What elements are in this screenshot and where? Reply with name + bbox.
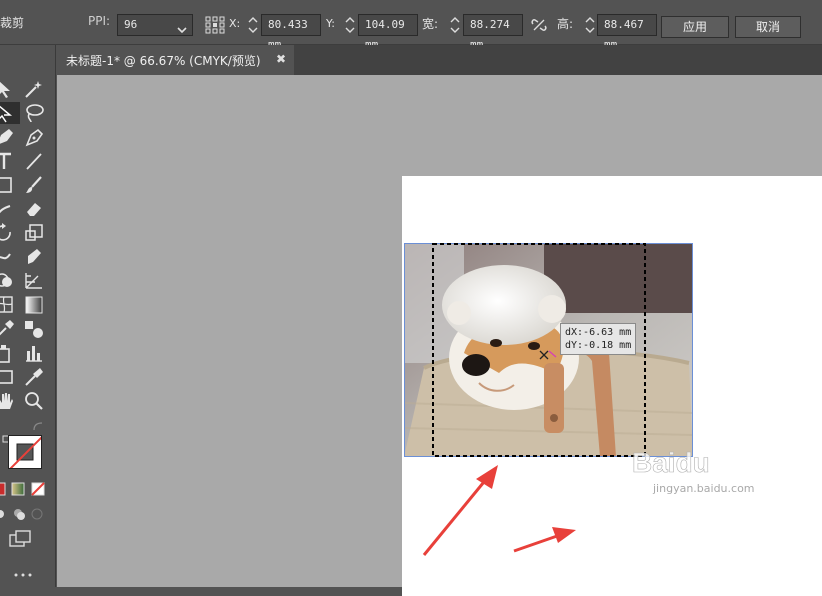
artboard-icon[interactable]: [0, 366, 16, 388]
screen-mode-icon[interactable]: [8, 529, 32, 554]
close-icon[interactable]: ✖: [276, 52, 286, 66]
symbol-sprayer-icon[interactable]: [0, 342, 16, 364]
hand-icon[interactable]: [0, 390, 16, 412]
eraser-icon[interactable]: [23, 198, 45, 220]
watermark-url: jingyan.baidu.com: [653, 482, 755, 495]
zoom-icon[interactable]: [23, 390, 45, 412]
height-label: 高:: [557, 17, 574, 31]
ppi-dropdown[interactable]: 96: [117, 14, 193, 36]
line-icon[interactable]: [23, 150, 45, 172]
chevron-down-icon: [177, 21, 187, 41]
mesh-icon[interactable]: [0, 294, 16, 316]
lasso-icon[interactable]: [23, 102, 45, 124]
ppi-label: PPI:: [88, 14, 111, 28]
eyedropper-icon[interactable]: [0, 318, 16, 340]
placed-image[interactable]: [404, 243, 693, 457]
watermark-logo: Baidu: [632, 442, 782, 482]
dx-readout: dX:-6.63 mm: [565, 327, 632, 338]
draw-behind-icon[interactable]: [12, 507, 26, 526]
y-stepper-icon[interactable]: [343, 14, 357, 36]
x-field[interactable]: 80.433 mm: [261, 14, 321, 51]
width-field[interactable]: 88.274 mm: [463, 14, 523, 51]
pencil-icon[interactable]: [0, 198, 16, 220]
x-label: X:: [229, 17, 241, 30]
height-stepper-icon[interactable]: [583, 14, 597, 36]
free-transform-icon[interactable]: [23, 246, 45, 268]
fill-swatch[interactable]: [8, 435, 42, 469]
y-field[interactable]: 104.09 mm: [358, 14, 418, 51]
watermark-brand: Baidu: [632, 447, 710, 478]
y-label: Y:: [326, 17, 335, 30]
draw-normal-icon[interactable]: [0, 507, 6, 526]
more-tools-icon[interactable]: [14, 565, 32, 583]
pen-icon[interactable]: [0, 126, 16, 148]
perspective-grid-icon[interactable]: [23, 270, 45, 292]
tool-name-label: 裁剪: [0, 16, 25, 30]
none-mode-icon[interactable]: [31, 482, 45, 501]
control-bar: 裁剪 PPI: 96 X: 80.433 mm Y: 104.09 mm 宽: …: [0, 0, 822, 51]
shape-builder-icon[interactable]: [0, 270, 16, 292]
reference-point-icon[interactable]: [205, 16, 225, 39]
document-tab-title: 未标题-1* @ 66.67% (CMYK/预览): [66, 54, 261, 68]
document-tab[interactable]: 未标题-1* @ 66.67% (CMYK/预览) ✖: [56, 45, 294, 75]
type-icon[interactable]: [0, 150, 16, 172]
link-proportions-icon[interactable]: [530, 17, 548, 38]
annotation-arrows: [422, 465, 576, 556]
gradient-icon[interactable]: [23, 294, 45, 316]
rotate-icon[interactable]: [0, 222, 16, 244]
width-stepper-icon[interactable]: [448, 14, 462, 36]
blend-icon[interactable]: [23, 318, 45, 340]
color-mode-icon[interactable]: [0, 482, 6, 501]
warp-icon[interactable]: [0, 246, 16, 268]
document-tab-bar: 未标题-1* @ 66.67% (CMYK/预览) ✖: [56, 45, 822, 75]
height-field[interactable]: 88.467 mm: [597, 14, 657, 51]
x-stepper-icon[interactable]: [246, 14, 260, 36]
magic-wand-icon[interactable]: [23, 78, 45, 100]
paintbrush-icon[interactable]: [23, 174, 45, 196]
scale-icon[interactable]: [23, 222, 45, 244]
delta-readout: dX:-6.63 mm dY:-0.18 mm: [560, 323, 636, 355]
selection-arrow-icon[interactable]: [0, 78, 16, 100]
ppi-value: 96: [124, 18, 138, 31]
curvature-pen-icon[interactable]: [23, 126, 45, 148]
apply-button[interactable]: 应用: [661, 16, 729, 38]
cancel-button[interactable]: 取消: [735, 16, 801, 38]
width-label: 宽:: [422, 17, 439, 31]
rectangle-icon[interactable]: [0, 174, 16, 196]
draw-inside-icon[interactable]: [30, 507, 44, 526]
gradient-mode-icon[interactable]: [11, 482, 25, 501]
dy-readout: dY:-0.18 mm: [565, 340, 632, 351]
column-graph-icon[interactable]: [23, 342, 45, 364]
slice-icon[interactable]: [23, 366, 45, 388]
direct-selection-icon[interactable]: [0, 102, 20, 124]
tools-panel: [0, 45, 56, 587]
